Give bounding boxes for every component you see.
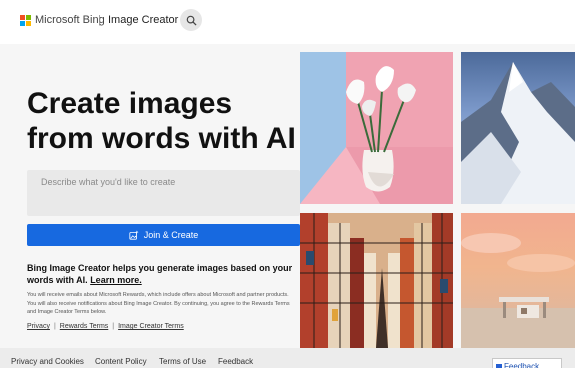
sample-image-desert-station[interactable] [461, 213, 575, 348]
page-footer: Privacy and Cookies Content Policy Terms… [0, 348, 575, 368]
page-title: Create images from words with AI [27, 87, 296, 155]
image-creator-terms-link[interactable]: Image Creator Terms [118, 323, 184, 330]
rewards-terms-link[interactable]: Rewards Terms [60, 323, 109, 330]
prompt-box[interactable] [27, 170, 300, 216]
privacy-link[interactable]: Privacy [27, 323, 50, 330]
footer-feedback-link[interactable]: Feedback [218, 357, 253, 366]
legal-separator: | [112, 323, 115, 330]
microsoft-bing-logo[interactable]: Microsoft Bing [20, 14, 105, 26]
sample-image-calla-lilies[interactable] [300, 52, 453, 204]
top-header: Microsoft Bing | Image Creator [0, 0, 575, 44]
info-text: Bing Image Creator helps you generate im… [27, 262, 302, 286]
join-button-label: Join & Create [143, 230, 199, 240]
microsoft-logo-icon [20, 14, 31, 26]
sample-image-abstract-city[interactable] [300, 213, 453, 348]
brand-name: Microsoft Bing [35, 14, 105, 26]
search-icon [186, 15, 197, 26]
footer-privacy-cookies-link[interactable]: Privacy and Cookies [11, 357, 84, 366]
calla-lily-illustration [300, 66, 453, 204]
legal-links: Privacy | Rewards Terms | Image Creator … [27, 323, 184, 330]
search-button[interactable] [180, 9, 202, 31]
desert-station-illustration [461, 233, 575, 348]
product-title[interactable]: Image Creator [108, 14, 178, 26]
rewards-fine-print: You will receive emails about Microsoft … [27, 292, 290, 315]
learn-more-link[interactable]: Learn more. [90, 275, 142, 285]
sparkle-image-icon [129, 230, 139, 240]
mountain-illustration [461, 62, 575, 204]
info-description: Bing Image Creator helps you generate im… [27, 263, 293, 285]
abstract-city-illustration [300, 213, 453, 348]
feedback-button[interactable]: Feedback [492, 358, 562, 368]
sample-image-mountain[interactable] [461, 52, 575, 204]
footer-terms-of-use-link[interactable]: Terms of Use [159, 357, 206, 366]
footer-content-policy-link[interactable]: Content Policy [95, 357, 147, 366]
prompt-input[interactable] [41, 177, 281, 187]
header-divider: | [98, 14, 101, 26]
legal-separator: | [53, 323, 56, 330]
join-and-create-button[interactable]: Join & Create [27, 224, 300, 246]
